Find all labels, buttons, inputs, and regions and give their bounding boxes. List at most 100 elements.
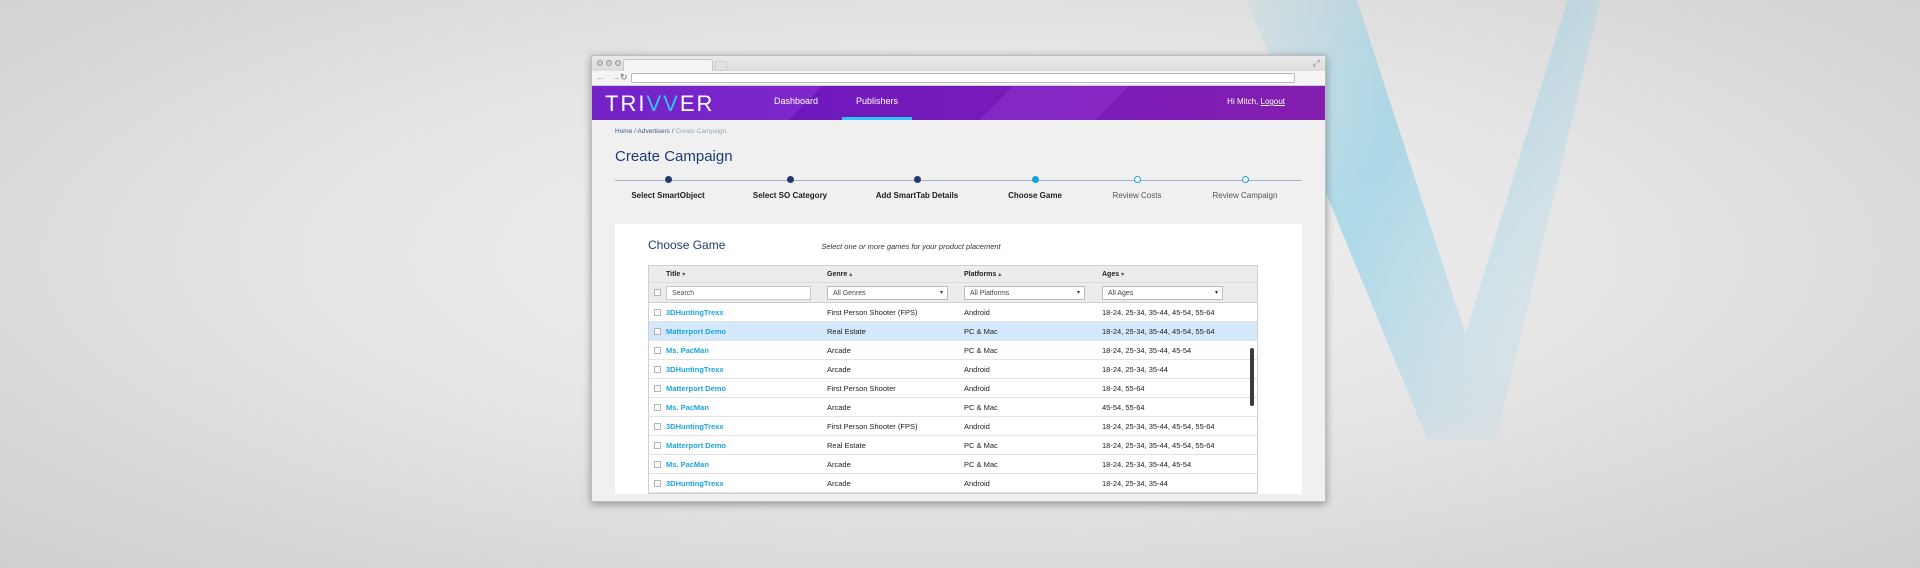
row-checkbox[interactable] — [654, 460, 661, 468]
game-platform: PC & Mac — [964, 440, 998, 450]
browser-window: ⤢ ← → ↻ TRIVVER Dashboard Publishers Hi … — [591, 55, 1326, 502]
row-checkbox[interactable] — [654, 308, 661, 316]
game-title-link[interactable]: Matterport Demo — [666, 384, 726, 393]
minimize-window-icon[interactable] — [606, 60, 612, 66]
ages-filter-select[interactable]: All Ages ▾ — [1102, 285, 1223, 300]
table-row[interactable]: 3DHuntingTrexx Arcade Android 18-24, 25-34,… — [649, 360, 1257, 379]
table-row[interactable]: 3DHuntingTrexx First Person Shooter (FPS)… — [649, 417, 1257, 436]
breadcrumb-home[interactable]: Home — [615, 128, 632, 135]
game-genre: Arcade — [827, 402, 851, 412]
game-title-link[interactable]: Ms. PacMan — [666, 346, 709, 355]
reload-icon[interactable]: ↻ — [620, 72, 628, 83]
zoom-window-icon[interactable] — [615, 60, 621, 66]
table-row[interactable]: Matterport Demo First Person Shooter Andro… — [649, 379, 1257, 398]
chevron-down-icon: ▾ — [1214, 289, 1218, 296]
game-title-link[interactable]: 3DHuntingTrexx — [666, 422, 724, 431]
table-row[interactable]: Ms. PacMan Arcade PC & Mac 18-24, 25-34, 35… — [649, 455, 1257, 474]
breadcrumb-current: Create Campaign — [675, 128, 727, 135]
row-checkbox[interactable] — [654, 384, 661, 392]
sort-asc-icon[interactable]: ▴ — [998, 272, 1001, 278]
row-checkbox[interactable] — [654, 422, 661, 430]
step-label: Add SmartTab Details — [875, 191, 959, 200]
step-dot — [1031, 176, 1039, 183]
game-ages: 18-24, 25-34, 35-44, 45-54, 55-64 — [1102, 307, 1215, 317]
genre-filter-select[interactable]: All Genres ▾ — [827, 285, 948, 300]
game-ages: 18-24, 25-34, 35-44 — [1102, 478, 1168, 488]
new-tab-button[interactable] — [715, 61, 727, 71]
game-ages: 18-24, 25-34, 35-44, 45-54, 55-64 — [1102, 421, 1215, 431]
row-checkbox[interactable] — [654, 346, 661, 354]
choose-game-panel: Choose Game Select one or more games for… — [615, 224, 1302, 494]
sort-asc-icon[interactable]: ▴ — [849, 272, 852, 278]
step-label: Select SO Category — [752, 191, 828, 200]
table-row[interactable]: Matterport Demo Real Estate PC & Mac 18-24,… — [649, 322, 1257, 341]
logout-link[interactable]: Logout — [1261, 97, 1285, 106]
game-title-link[interactable]: Ms. PacMan — [666, 403, 709, 412]
game-title-link[interactable]: 3DHuntingTrexx — [666, 308, 724, 317]
column-genre-label: Genre — [827, 270, 848, 278]
platforms-filter-select[interactable]: All Platforms ▾ — [964, 285, 1085, 300]
column-ages-label: Ages — [1102, 270, 1120, 278]
nav-publishers[interactable]: Publishers — [842, 86, 913, 120]
table-scrollbar[interactable] — [1250, 348, 1254, 406]
genre-filter-value: All Genres — [833, 289, 866, 297]
row-checkbox[interactable] — [654, 479, 661, 487]
step-dot — [1133, 176, 1141, 183]
select-all-checkbox[interactable] — [654, 289, 661, 296]
trivver-logo[interactable]: TRIVVER — [605, 91, 714, 117]
game-title-link[interactable]: 3DHuntingTrexx — [666, 365, 724, 374]
browser-titlebar: ⤢ — [592, 56, 1325, 71]
column-genre-header[interactable]: Genre ▴ — [827, 271, 964, 278]
step-review-campaign[interactable]: Review Campaign — [1185, 176, 1305, 200]
step-review-costs[interactable]: Review Costs — [1077, 176, 1197, 200]
campaign-stepper: Select SmartObject Select SO Category Ad… — [615, 174, 1302, 214]
game-genre: Arcade — [827, 478, 851, 488]
step-select-so-category[interactable]: Select SO Category — [730, 176, 850, 200]
table-row[interactable]: Matterport Demo Real Estate PC & Mac 18-24,… — [649, 436, 1257, 455]
table-row[interactable]: Ms. PacMan Arcade PC & Mac 45-54, 55-64 — [649, 398, 1257, 417]
app-header: TRIVVER Dashboard Publishers Hi Mitch, L… — [592, 86, 1325, 120]
sort-desc-icon[interactable]: ▾ — [682, 272, 685, 278]
game-genre: Arcade — [827, 459, 851, 469]
chevron-down-icon: ▾ — [939, 289, 943, 296]
breadcrumb-advertisers[interactable]: Advertisers — [637, 128, 670, 135]
row-checkbox[interactable] — [654, 403, 661, 411]
step-select-smartobject[interactable]: Select SmartObject — [608, 176, 728, 200]
sort-desc-icon[interactable]: ▾ — [1121, 272, 1124, 278]
game-title-link[interactable]: 3DHuntingTrexx — [666, 479, 724, 488]
game-genre: Arcade — [827, 364, 851, 374]
window-controls[interactable] — [597, 60, 621, 66]
column-title-header[interactable]: Title ▾ — [666, 271, 827, 278]
browser-tab[interactable] — [623, 59, 713, 71]
step-add-smarttab-details[interactable]: Add SmartTab Details — [857, 176, 977, 200]
close-window-icon[interactable] — [597, 60, 603, 66]
game-platform: Android — [964, 307, 990, 317]
panel-title: Choose Game — [648, 238, 726, 252]
table-row[interactable]: Ms. PacMan Arcade PC & Mac 18-24, 25-34, 35… — [649, 341, 1257, 360]
step-label: Review Costs — [1112, 191, 1162, 200]
step-dot — [913, 176, 921, 183]
game-title-link[interactable]: Ms. PacMan — [666, 460, 709, 469]
back-forward-icons[interactable]: ← → — [596, 72, 623, 82]
fullscreen-icon[interactable]: ⤢ — [1313, 58, 1320, 69]
table-body: 3DHuntingTrexx First Person Shooter (FPS)… — [649, 303, 1257, 493]
nav-dashboard[interactable]: Dashboard — [760, 86, 832, 120]
row-checkbox[interactable] — [654, 441, 661, 449]
games-table: Title ▾ Genre ▴ Platforms ▴ Ages ▾ Search Al… — [648, 265, 1258, 494]
table-row[interactable]: 3DHuntingTrexx First Person Shooter (FPS)… — [649, 303, 1257, 322]
game-title-link[interactable]: Matterport Demo — [666, 441, 726, 450]
step-label: Review Campaign — [1212, 191, 1278, 200]
table-row[interactable]: 3DHuntingTrexx Arcade Android 18-24, 25-34,… — [649, 474, 1257, 493]
game-title-link[interactable]: Matterport Demo — [666, 327, 726, 336]
platforms-filter-value: All Platforms — [970, 289, 1010, 297]
column-title-label: Title — [666, 270, 681, 278]
table-filter-row: Search All Genres ▾ All Platforms ▾ All Ag… — [649, 283, 1257, 303]
address-bar[interactable] — [631, 73, 1295, 83]
game-ages: 18-24, 25-34, 35-44, 45-54 — [1102, 459, 1192, 469]
title-search-input[interactable]: Search — [666, 285, 811, 300]
user-menu: Hi Mitch, Logout — [1227, 97, 1285, 106]
row-checkbox[interactable] — [654, 365, 661, 373]
column-ages-header[interactable]: Ages ▾ — [1102, 271, 1252, 278]
column-platforms-header[interactable]: Platforms ▴ — [964, 271, 1102, 278]
row-checkbox[interactable] — [654, 327, 661, 335]
